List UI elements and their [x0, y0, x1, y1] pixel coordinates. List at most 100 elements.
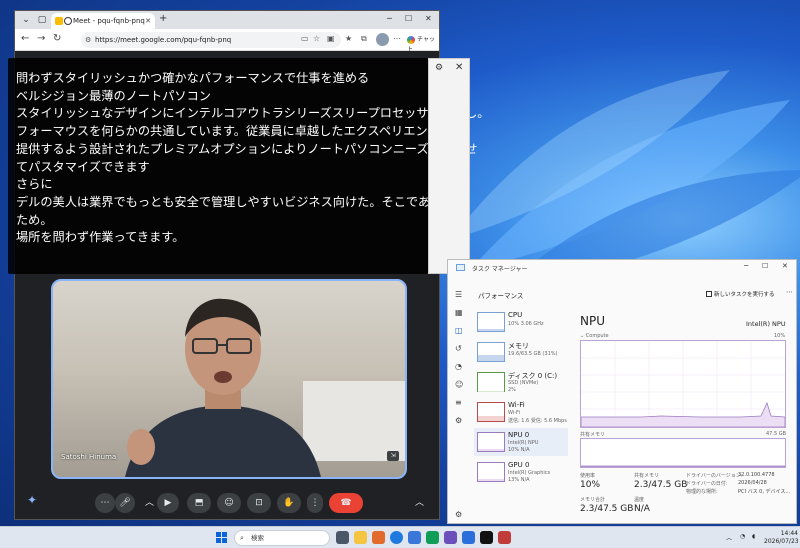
caption-close-icon[interactable]: ✕: [455, 62, 463, 73]
minimize-button[interactable]: ─: [387, 14, 392, 23]
camera-indicator-icon[interactable]: ▭: [301, 34, 309, 43]
task-manager-taskbar-icon[interactable]: [462, 531, 475, 544]
mem-value: 2.3/47.5 GB: [580, 504, 634, 514]
forward-icon[interactable]: →: [37, 33, 45, 44]
store-icon[interactable]: [372, 531, 385, 544]
tray-chevron-icon[interactable]: ︿: [726, 533, 732, 542]
users-icon[interactable]: ☺: [455, 380, 463, 389]
temp-label: 温度: [634, 497, 645, 503]
captions-button[interactable]: ⊡: [247, 493, 271, 513]
profile-avatar[interactable]: [376, 33, 389, 46]
video-options-chevron-icon[interactable]: ︿: [145, 495, 154, 508]
copilot-chat-button[interactable]: チャット: [407, 34, 439, 53]
favorites-icon[interactable]: ★: [345, 34, 352, 43]
cpu-thumb-fill: [478, 329, 504, 331]
phys-value: PCI バス 0, デバイス...: [738, 489, 791, 495]
taskbar-search[interactable]: ⌕ 検索: [234, 530, 330, 546]
collapse-chevron-icon[interactable]: ︿: [415, 495, 424, 508]
task-manager-window: タスク マネージャー ─ ☐ ✕ ☰ ▦ ◫ ↺ ◔ ☺ ≡ ⚙ ⚙ パフォーマ…: [447, 259, 797, 524]
outlook-icon[interactable]: [408, 531, 421, 544]
terminal-icon[interactable]: [480, 531, 493, 544]
resource-item-wifi[interactable]: Wi-Fi Wi-Fi 送信: 1.6 受信: 5.6 Mbps: [474, 398, 568, 426]
search-placeholder: 検索: [251, 534, 264, 542]
new-tab-button[interactable]: +: [159, 13, 167, 24]
npu-thumbnail: [477, 432, 505, 452]
resource-sub: 10% 3.06 GHz: [508, 321, 544, 327]
resource-name: CPU: [508, 311, 523, 319]
caption-settings-gear-icon[interactable]: ⚙: [435, 63, 443, 73]
clock[interactable]: 14:44 2026/07/23: [764, 530, 799, 546]
teams-icon[interactable]: [444, 531, 457, 544]
close-window-button[interactable]: ✕: [425, 14, 432, 23]
bookmark-star-icon[interactable]: ☆: [313, 34, 320, 43]
startup-apps-icon[interactable]: ◔: [455, 362, 462, 371]
site-info-icon[interactable]: ⚙: [85, 32, 91, 48]
resource-sub: 19.6/63.5 GB (31%): [508, 351, 558, 357]
mic-button[interactable]: 🎤︎: [115, 493, 135, 513]
tm-more-icon[interactable]: ⋯: [786, 288, 793, 296]
npu-model: Intel(R) NPU: [746, 320, 786, 328]
resource-sub: Wi-Fi: [508, 410, 520, 416]
more-options-button[interactable]: ⋮: [307, 493, 323, 513]
performance-icon[interactable]: ◫: [455, 326, 463, 335]
npu-thumb-fill: [478, 449, 504, 451]
maximize-button[interactable]: ☐: [405, 14, 412, 23]
app-icon[interactable]: [426, 531, 439, 544]
start-button[interactable]: [216, 532, 227, 543]
app-history-icon[interactable]: ↺: [455, 344, 462, 353]
reload-icon[interactable]: ↻: [53, 33, 61, 44]
services-icon[interactable]: ⚙: [455, 416, 462, 425]
camera-button[interactable]: ▶: [157, 493, 179, 513]
resource-name: メモリ: [508, 342, 529, 350]
hamburger-menu-icon[interactable]: ☰: [455, 290, 462, 299]
more-audio-options-button[interactable]: ⋯: [95, 493, 115, 513]
task-view-icon[interactable]: [336, 531, 349, 544]
tm-minimize-button[interactable]: ─: [744, 262, 748, 270]
memory-thumbnail: [477, 342, 505, 362]
emoji-button[interactable]: ☺: [217, 493, 241, 513]
tab-list-button[interactable]: ⌄: [19, 13, 33, 27]
tab-close-icon[interactable]: ✕: [145, 13, 151, 29]
details-icon[interactable]: ≡: [455, 398, 462, 407]
tab-meet[interactable]: Meet - pqu-fqnb-pnq ✕: [51, 13, 155, 29]
compute-graph-label: ⌄ Compute: [580, 333, 609, 339]
end-call-button[interactable]: ☎: [329, 493, 363, 513]
network-icon[interactable]: ◔: [740, 533, 745, 540]
resource-item-cpu[interactable]: CPU 10% 3.06 GHz: [474, 308, 568, 336]
gpu-thumbnail: [477, 462, 505, 482]
processes-icon[interactable]: ▦: [455, 308, 463, 317]
tile-options-icon[interactable]: ⇲: [387, 451, 399, 461]
extension-icon[interactable]: ▣: [327, 34, 335, 43]
file-explorer-icon[interactable]: [354, 531, 367, 544]
copilot-icon: [407, 35, 415, 44]
performance-heading: パフォーマンス: [478, 292, 524, 300]
meet-favicon-icon: [55, 17, 63, 25]
shared-mem-graph: [580, 438, 786, 468]
settings-icon[interactable]: ⚙: [455, 510, 462, 519]
edge-icon[interactable]: [390, 531, 403, 544]
more-menu-icon[interactable]: ⋯: [393, 34, 401, 43]
run-new-task-button[interactable]: 新しいタスクを実行する: [706, 290, 775, 298]
app-icon[interactable]: [498, 531, 511, 544]
resource-item-gpu[interactable]: GPU 0 Intel(R) Graphics 13% N/A: [474, 458, 568, 486]
collections-icon[interactable]: ⧉: [361, 34, 367, 44]
volume-icon[interactable]: ◖: [752, 533, 755, 540]
usage-label: 使用率: [580, 473, 596, 479]
participant-figure: [125, 298, 321, 477]
driver-ver-value: 32.0.100.4778: [738, 472, 775, 478]
tab-actions-button[interactable]: ▢: [35, 13, 49, 27]
tm-close-button[interactable]: ✕: [782, 262, 788, 270]
caption-line: てパスタマイズできます: [16, 159, 150, 174]
resource-item-disk[interactable]: ディスク 0 (C:) SSD (NVMe) 2%: [474, 368, 568, 396]
raise-hand-button[interactable]: ✋: [277, 493, 301, 513]
caption-line: さらに: [16, 177, 53, 192]
resource-item-memory[interactable]: メモリ 19.6/63.5 GB (31%): [474, 338, 568, 366]
tm-maximize-button[interactable]: ☐: [762, 262, 768, 270]
back-icon[interactable]: ←: [21, 33, 29, 44]
participant-name: Satoshi Hinuma: [61, 453, 117, 461]
compute-max-label: 10%: [774, 333, 786, 339]
resource-item-npu[interactable]: NPU 0 Intel(R) NPU 10% N/A: [474, 428, 568, 456]
participant-video-tile[interactable]: Satoshi Hinuma ⇲: [51, 279, 407, 479]
gemini-icon[interactable]: ✦: [27, 493, 37, 507]
present-button[interactable]: ⬒: [187, 493, 211, 513]
